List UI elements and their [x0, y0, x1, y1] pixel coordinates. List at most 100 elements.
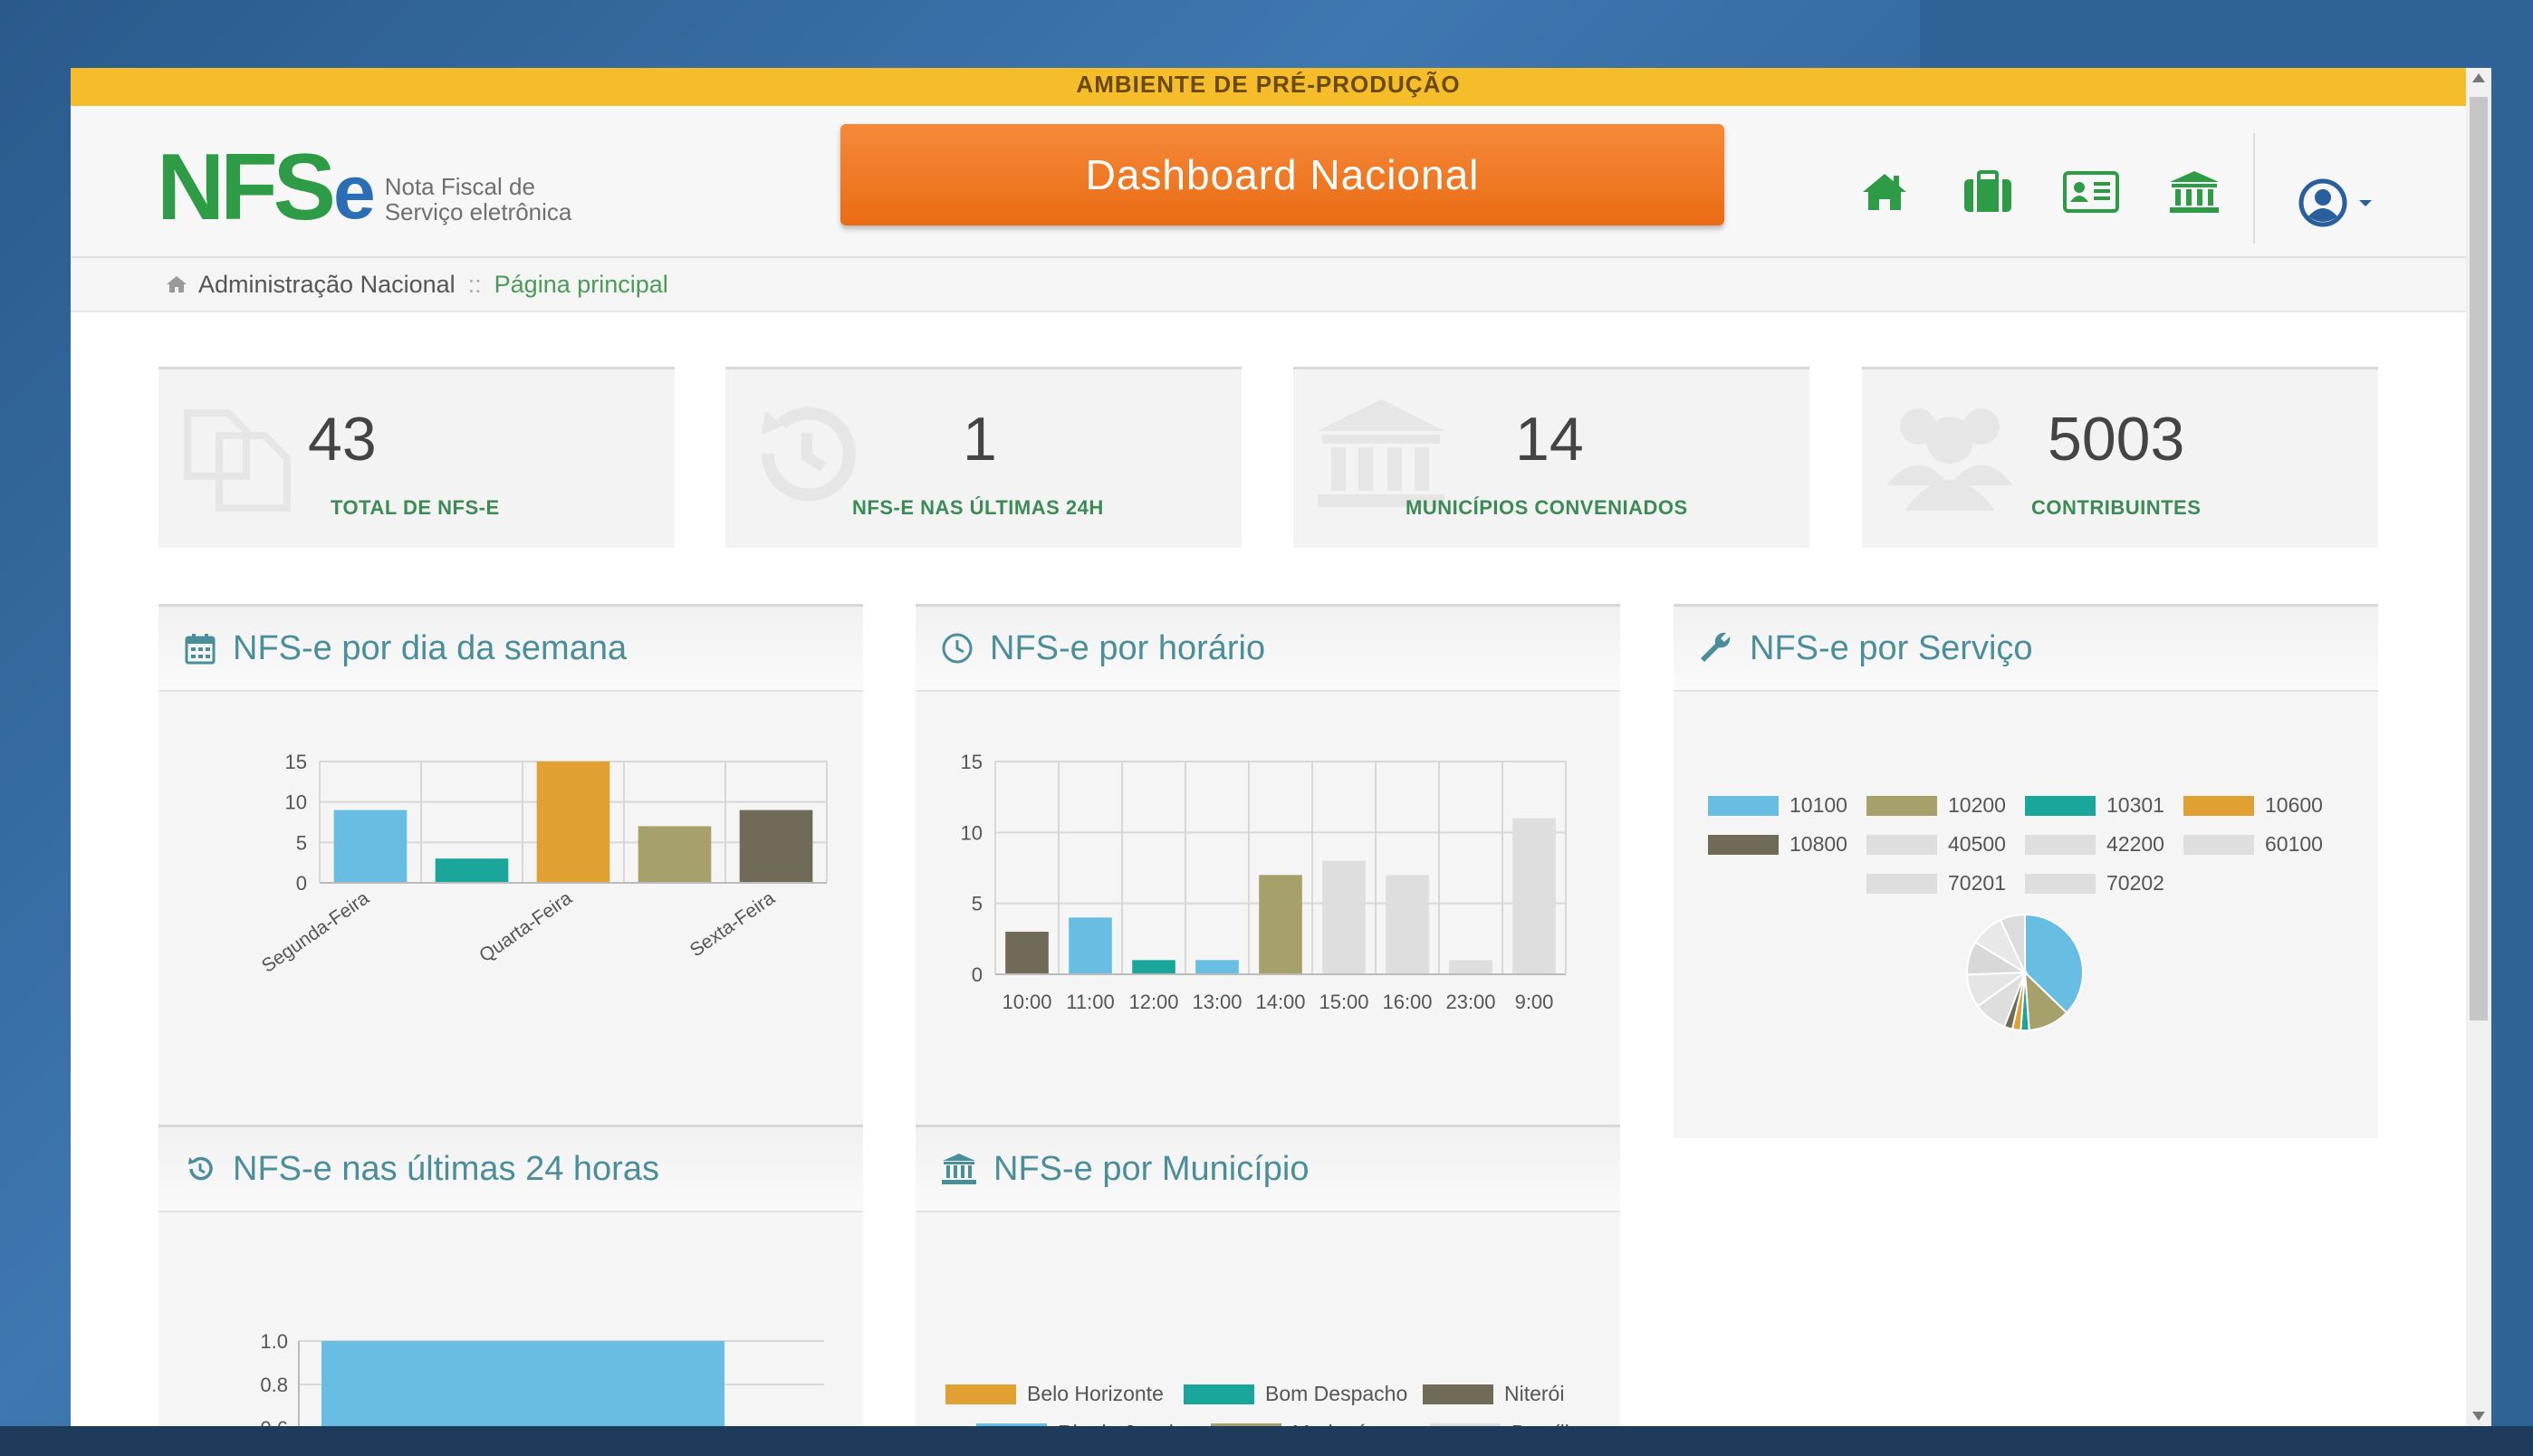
breadcrumb-current: Página principal: [494, 270, 668, 298]
home-small-icon: [167, 276, 187, 292]
clock-icon: [941, 632, 974, 665]
bar[interactable]: [1069, 917, 1112, 974]
id-card-icon[interactable]: [2052, 160, 2130, 224]
bar[interactable]: [333, 809, 408, 883]
stat-label: TOTAL DE NFS-E: [331, 496, 500, 519]
panel-title: NFS-e por horário: [990, 628, 1266, 667]
panel-title: NFS-e por Serviço: [1750, 628, 2033, 667]
documents-icon: [184, 409, 291, 512]
hour-bar-chart: 0 5 10 15 10:00 11:00 12:00 13:00 14:00 15:00 16:0…: [961, 751, 1567, 1013]
bar[interactable]: [1449, 960, 1492, 974]
nfse-logo[interactable]: NFS e Nota Fiscal de Serviço eletrônica: [157, 135, 572, 240]
weekday-bar-chart: 0 5 10 15 Segunda-Feira Quarta-Feira Sexta-Fei…: [258, 751, 828, 977]
x-tick-label: 10:00: [1002, 991, 1051, 1013]
x-tick-label: 16:00: [1382, 991, 1432, 1013]
bar[interactable]: [536, 762, 610, 883]
header: NFS e Nota Fiscal de Serviço eletrônica …: [71, 106, 2466, 258]
breadcrumb: Administração Nacional :: Página princip…: [71, 258, 2466, 312]
scroll-down-icon[interactable]: [2472, 1412, 2485, 1421]
dashboard-title-banner: Dashboard Nacional: [840, 124, 1724, 225]
x-tick-label: 11:00: [1066, 991, 1114, 1013]
panel-header: NFS-e por Serviço: [1674, 607, 2378, 692]
bar[interactable]: [1195, 960, 1239, 974]
x-tick-label: 9:00: [1515, 991, 1554, 1013]
logo-brand: NFS: [157, 135, 336, 240]
x-tick-label: 15:00: [1319, 991, 1368, 1013]
bar[interactable]: [1132, 960, 1175, 974]
x-tick-label: 13:00: [1192, 991, 1242, 1013]
y-tick-label: 10: [961, 821, 983, 844]
header-divider: [2253, 133, 2255, 244]
y-tick-label: 0.6: [260, 1417, 288, 1426]
breadcrumb-separator: ::: [467, 270, 482, 298]
stat-total-nfse: 43 TOTAL DE NFS-E: [158, 367, 675, 548]
history-icon: [184, 1153, 216, 1185]
bar[interactable]: [739, 809, 813, 883]
users-icon: [1886, 408, 2013, 511]
panel-weekday: NFS-e por dia da semana 0 5 10 15 Segunda-Fe…: [158, 604, 863, 1138]
stat-last-24h: 1 NFS-E NAS ÚLTIMAS 24H: [725, 367, 1242, 548]
stat-label: CONTRIBUINTES: [2031, 496, 2202, 519]
scrollbar-thumb[interactable]: [2470, 97, 2488, 1020]
panel-title: NFS-e nas últimas 24 horas: [233, 1149, 659, 1188]
panel-municipio: NFS-e por Município Belo Horizonte Bom De…: [916, 1125, 1620, 1426]
panel-service: NFS-e por Serviço 10100 10200 10301 10600 10…: [1674, 604, 2378, 1138]
bar[interactable]: [1259, 875, 1302, 974]
stat-contribuintes: 5003 CONTRIBUINTES: [1862, 367, 2378, 548]
briefcase-icon[interactable]: [1949, 160, 2027, 224]
breadcrumb-root[interactable]: Administração Nacional: [198, 271, 456, 299]
scroll-up-icon[interactable]: [2472, 73, 2485, 82]
panel-hour: NFS-e por horário 0 5 10 15 10:00 11:00 12:00 1…: [916, 604, 1620, 1138]
calendar-icon: [184, 632, 216, 665]
x-tick-label: Quarta-Feira: [475, 887, 576, 966]
panel-title: NFS-e por dia da semana: [233, 628, 628, 667]
stat-municipios: 14 MUNICÍPIOS CONVENIADOS: [1293, 367, 1809, 548]
bank-icon: [1318, 399, 1444, 507]
panel-header: NFS-e por Município: [916, 1127, 1620, 1212]
stat-value: 43: [308, 405, 377, 474]
bar[interactable]: [1005, 932, 1049, 974]
panel-header: NFS-e nas últimas 24 horas: [158, 1127, 863, 1212]
stat-value: 5003: [2048, 405, 2185, 474]
bank-icon: [941, 1153, 977, 1185]
bar[interactable]: [1322, 860, 1366, 974]
bank-icon[interactable]: [2155, 160, 2233, 224]
panel-header: NFS-e por dia da semana: [158, 607, 863, 692]
bar[interactable]: [435, 858, 509, 883]
wrench-icon: [1699, 631, 1733, 666]
x-tick-label: Segunda-Feira: [258, 887, 373, 977]
x-tick-label: 14:00: [1255, 991, 1305, 1013]
user-menu[interactable]: [2298, 178, 2375, 227]
logo-tagline-2: Serviço eletrônica: [384, 198, 572, 225]
bar[interactable]: [638, 826, 712, 883]
history-icon: [761, 407, 856, 502]
environment-banner: AMBIENTE DE PRÉ-PRODUÇÃO: [71, 68, 2466, 106]
x-tick-label: Sexta-Feira: [686, 887, 779, 961]
browser-window: AMBIENTE DE PRÉ-PRODUÇÃO NFS e Nota Fisc…: [71, 68, 2491, 1426]
panel-header: NFS-e por horário: [916, 607, 1620, 692]
environment-banner-text: AMBIENTE DE PRÉ-PRODUÇÃO: [1076, 71, 1461, 98]
stat-label: NFS-E NAS ÚLTIMAS 24H: [852, 496, 1104, 519]
panel-last24: NFS-e nas últimas 24 horas 1.00.80.60.4: [158, 1125, 863, 1426]
service-pie-chart: [1966, 913, 2084, 1031]
background-bottom: [0, 1426, 2533, 1456]
stat-value: 14: [1515, 405, 1584, 474]
y-tick-label: 1.0: [260, 1330, 288, 1353]
caret-down-icon: [2359, 200, 2372, 206]
x-tick-label: 12:00: [1128, 991, 1178, 1013]
x-tick-label: 23:00: [1445, 991, 1495, 1013]
logo-tagline-1: Nota Fiscal de: [384, 173, 535, 200]
y-tick-label: 15: [961, 751, 983, 773]
vertical-scrollbar[interactable]: [2466, 68, 2491, 1426]
home-icon[interactable]: [1846, 160, 1924, 224]
last24-bar-chart: 1.00.80.60.4: [260, 1330, 824, 1426]
stat-value: 1: [963, 405, 997, 474]
bar[interactable]: [1386, 875, 1429, 974]
logo-brand-e: e: [333, 149, 376, 235]
bar[interactable]: [321, 1341, 724, 1426]
nav-icons: [1846, 156, 2259, 228]
bar[interactable]: [1512, 818, 1556, 974]
y-tick-label: 10: [285, 791, 307, 814]
y-tick-label: 5: [296, 831, 307, 854]
municipio-pie-chart: [916, 1214, 1620, 1426]
